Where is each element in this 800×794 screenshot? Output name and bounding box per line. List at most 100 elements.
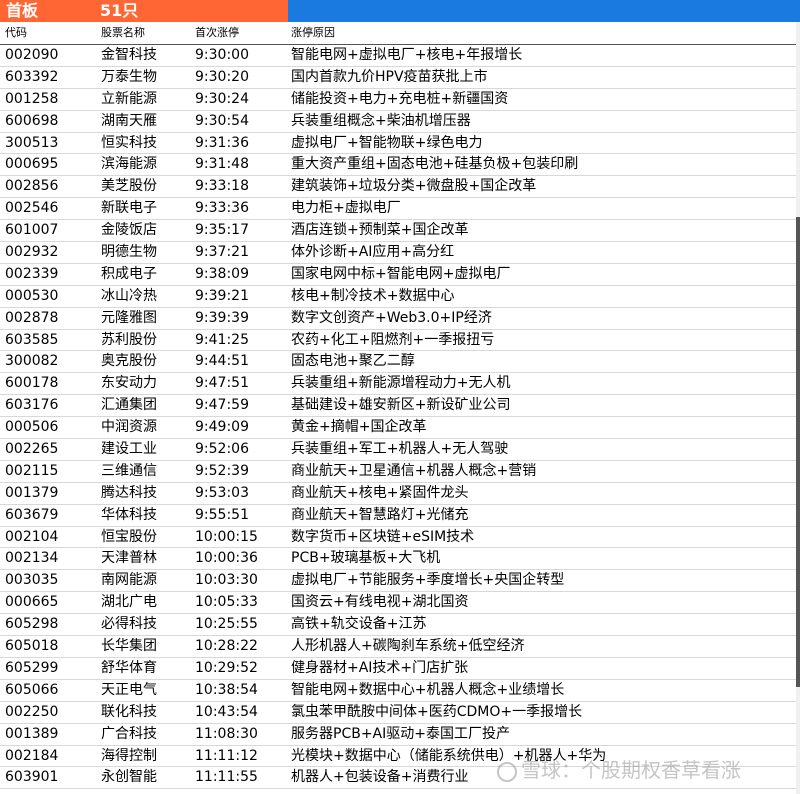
stock-table-body: 002090 金智科技 9:30:00 智能电网+虚拟电厂+核电+年报增长 603392…: [0, 45, 796, 790]
table-row[interactable]: 002090 金智科技 9:30:00 智能电网+虚拟电厂+核电+年报增长: [0, 45, 796, 67]
stock-name: 广合科技: [101, 725, 157, 742]
stock-name: 华体科技: [101, 506, 157, 523]
table-row[interactable]: 002856 美芝股份 9:33:18 建筑装饰+垃圾分类+微盘股+国企改革: [0, 176, 796, 199]
table-row[interactable]: 605018 长华集团 10:28:22 人形机器人+碳陶刹车系统+低空经济: [0, 636, 796, 658]
title-bar: 首板 51只: [0, 0, 800, 22]
limit-reason: 数字货币+区块链+eSIM技术: [291, 528, 475, 545]
table-row[interactable]: 300082 奥克股份 9:44:51 固态电池+聚乙二醇: [0, 351, 796, 374]
table-row[interactable]: 000530 冰山冷热 9:39:21 核电+制冷技术+数据中心: [0, 286, 796, 308]
header-code[interactable]: 代码: [5, 25, 27, 41]
table-row[interactable]: 601007 金陵饭店 9:35:17 酒店连锁+预制菜+国企改革: [0, 220, 796, 243]
first-limit-time: 9:38:09: [195, 265, 249, 282]
table-row[interactable]: 002250 联化科技 10:43:54 氯虫苯甲酰胺中间体+医药CDMO+一季报增长: [0, 702, 796, 724]
stock-name: 积成电子: [101, 265, 157, 282]
stock-name: 冰山冷热: [101, 287, 157, 304]
table-row[interactable]: 603585 苏利股份 9:41:25 农药+化工+阻燃剂+一季报扭亏: [0, 330, 796, 352]
stock-name: 恒实科技: [101, 134, 157, 151]
stock-code: 000695: [5, 156, 59, 173]
stock-name: 奥克股份: [101, 353, 157, 370]
first-limit-time: 9:31:36: [195, 134, 249, 151]
table-row[interactable]: 605066 天正电气 10:38:54 智能电网+数据中心+机器人概念+业绩增长: [0, 680, 796, 702]
limit-reason: 健身器材+AI技术+门店扩张: [291, 659, 469, 676]
limit-reason: 储能投资+电力+充电桩+新疆国资: [291, 90, 509, 107]
stock-name: 恒宝股份: [101, 528, 157, 545]
table-row[interactable]: 002134 天津普林 10:00:36 PCB+玻璃基板+大飞机: [0, 548, 796, 571]
limit-reason: 体外诊断+AI应用+高分红: [291, 244, 455, 261]
limit-reason: 酒店连锁+预制菜+国企改革: [291, 222, 469, 239]
stock-code: 002184: [5, 747, 59, 764]
table-row[interactable]: 000506 中润资源 9:49:09 黄金+摘帽+国企改革: [0, 417, 796, 440]
stock-code: 002856: [5, 178, 59, 195]
stock-code: 002265: [5, 441, 59, 458]
stock-name: 天津普林: [101, 550, 157, 567]
limit-reason: 重大资产重组+固态电池+硅基负极+包装印刷: [291, 156, 579, 173]
stock-name: 永创智能: [101, 769, 157, 786]
table-row[interactable]: 603176 汇通集团 9:47:59 基础建设+雄安新区+新设矿业公司: [0, 395, 796, 418]
stock-code: 000506: [5, 419, 59, 436]
stock-code: 002878: [5, 309, 59, 326]
stock-name: 三维通信: [101, 462, 157, 479]
table-row[interactable]: 300513 恒实科技 9:31:36 虚拟电厂+智能物联+绿色电力: [0, 133, 796, 155]
header-reason[interactable]: 涨停原因: [291, 25, 335, 41]
first-limit-time: 9:53:03: [195, 484, 249, 501]
stock-name: 天正电气: [101, 681, 157, 698]
first-limit-time: 10:28:22: [195, 638, 258, 655]
title-bar-fill: [288, 0, 800, 22]
first-limit-time: 9:33:18: [195, 178, 249, 195]
first-limit-time: 9:52:39: [195, 462, 249, 479]
stock-code: 001258: [5, 90, 59, 107]
stock-name: 必得科技: [101, 616, 157, 633]
table-row[interactable]: 605299 舒华体育 10:29:52 健身器材+AI技术+门店扩张: [0, 658, 796, 680]
first-limit-time: 11:11:55: [195, 769, 258, 786]
table-row[interactable]: 600178 东安动力 9:47:51 兵装重组+新能源增程动力+无人机: [0, 373, 796, 396]
first-limit-time: 9:47:59: [195, 397, 249, 414]
first-limit-time: 9:52:06: [195, 441, 249, 458]
vertical-scrollbar[interactable]: [796, 22, 800, 794]
stock-code: 605298: [5, 616, 59, 633]
stock-code: 605299: [5, 659, 59, 676]
table-row[interactable]: 603392 万泰生物 9:30:20 国内首款九价HPV疫苗获批上市: [0, 67, 796, 89]
stock-code: 000665: [5, 594, 59, 611]
limit-reason: 氯虫苯甲酰胺中间体+医药CDMO+一季报增长: [291, 703, 583, 720]
stock-name: 苏利股份: [101, 331, 157, 348]
table-row[interactable]: 002339 积成电子 9:38:09 国家电网中标+智能电网+虚拟电厂: [0, 264, 796, 286]
stock-code: 002090: [5, 47, 59, 63]
limit-reason: 农药+化工+阻燃剂+一季报扭亏: [291, 331, 495, 348]
table-row[interactable]: 001379 腾达科技 9:53:03 商业航天+核电+紧固件龙头: [0, 483, 796, 505]
stock-name: 金智科技: [101, 47, 157, 63]
stock-code: 605066: [5, 681, 59, 698]
limit-reason: 固态电池+聚乙二醇: [291, 353, 415, 370]
table-row[interactable]: 002878 元隆雅图 9:39:39 数字文创资产+Web3.0+IP经济: [0, 308, 796, 330]
stock-code: 002546: [5, 200, 59, 217]
first-limit-time: 9:31:48: [195, 156, 249, 173]
stock-name: 联化科技: [101, 703, 157, 720]
limit-reason: 兵装重组+军工+机器人+无人驾驶: [291, 441, 509, 458]
table-row[interactable]: 000695 滨海能源 9:31:48 重大资产重组+固态电池+硅基负极+包装印刷: [0, 154, 796, 177]
stock-name: 舒华体育: [101, 659, 157, 676]
table-row[interactable]: 001258 立新能源 9:30:24 储能投资+电力+充电桩+新疆国资: [0, 89, 796, 111]
limit-reason: 兵装重组概念+柴油机增压器: [291, 112, 471, 129]
limit-reason: 电力柜+虚拟电厂: [291, 200, 401, 217]
limit-reason: PCB+玻璃基板+大飞机: [291, 550, 441, 567]
table-row[interactable]: 000665 湖北广电 10:05:33 国资云+有线电视+湖北国资: [0, 592, 796, 615]
stock-name: 汇通集团: [101, 397, 157, 414]
table-row[interactable]: 002546 新联电子 9:33:36 电力柜+虚拟电厂: [0, 198, 796, 221]
stock-name: 腾达科技: [101, 484, 157, 501]
table-row[interactable]: 002104 恒宝股份 10:00:15 数字货币+区块链+eSIM技术: [0, 527, 796, 549]
table-row[interactable]: 002265 建设工业 9:52:06 兵装重组+军工+机器人+无人驾驶: [0, 439, 796, 461]
table-row[interactable]: 003035 南网能源 10:03:30 虚拟电厂+节能服务+季度增长+央国企转型: [0, 570, 796, 593]
header-first-limit-time[interactable]: 首次涨停: [195, 25, 239, 41]
header-name[interactable]: 股票名称: [101, 25, 145, 41]
limit-reason: 建筑装饰+垃圾分类+微盘股+国企改革: [291, 178, 537, 195]
table-row[interactable]: 002115 三维通信 9:52:39 商业航天+卫星通信+机器人概念+营销: [0, 461, 796, 483]
table-row[interactable]: 600698 湖南天雁 9:30:54 兵装重组概念+柴油机增压器: [0, 111, 796, 133]
scrollbar-thumb[interactable]: [796, 217, 800, 687]
table-row[interactable]: 001389 广合科技 11:08:30 服务器PCB+AI驱动+泰国工厂投产: [0, 724, 796, 746]
stock-code: 002932: [5, 244, 59, 261]
table-row[interactable]: 603679 华体科技 9:55:51 商业航天+智慧路灯+光储充: [0, 505, 796, 527]
table-row[interactable]: 002932 明德生物 9:37:21 体外诊断+AI应用+高分红: [0, 242, 796, 264]
table-row[interactable]: 605298 必得科技 10:25:55 高铁+轨交设备+江苏: [0, 614, 796, 637]
stock-name: 新联电子: [101, 200, 157, 217]
stock-name: 建设工业: [101, 441, 157, 458]
stock-name: 万泰生物: [101, 68, 157, 85]
